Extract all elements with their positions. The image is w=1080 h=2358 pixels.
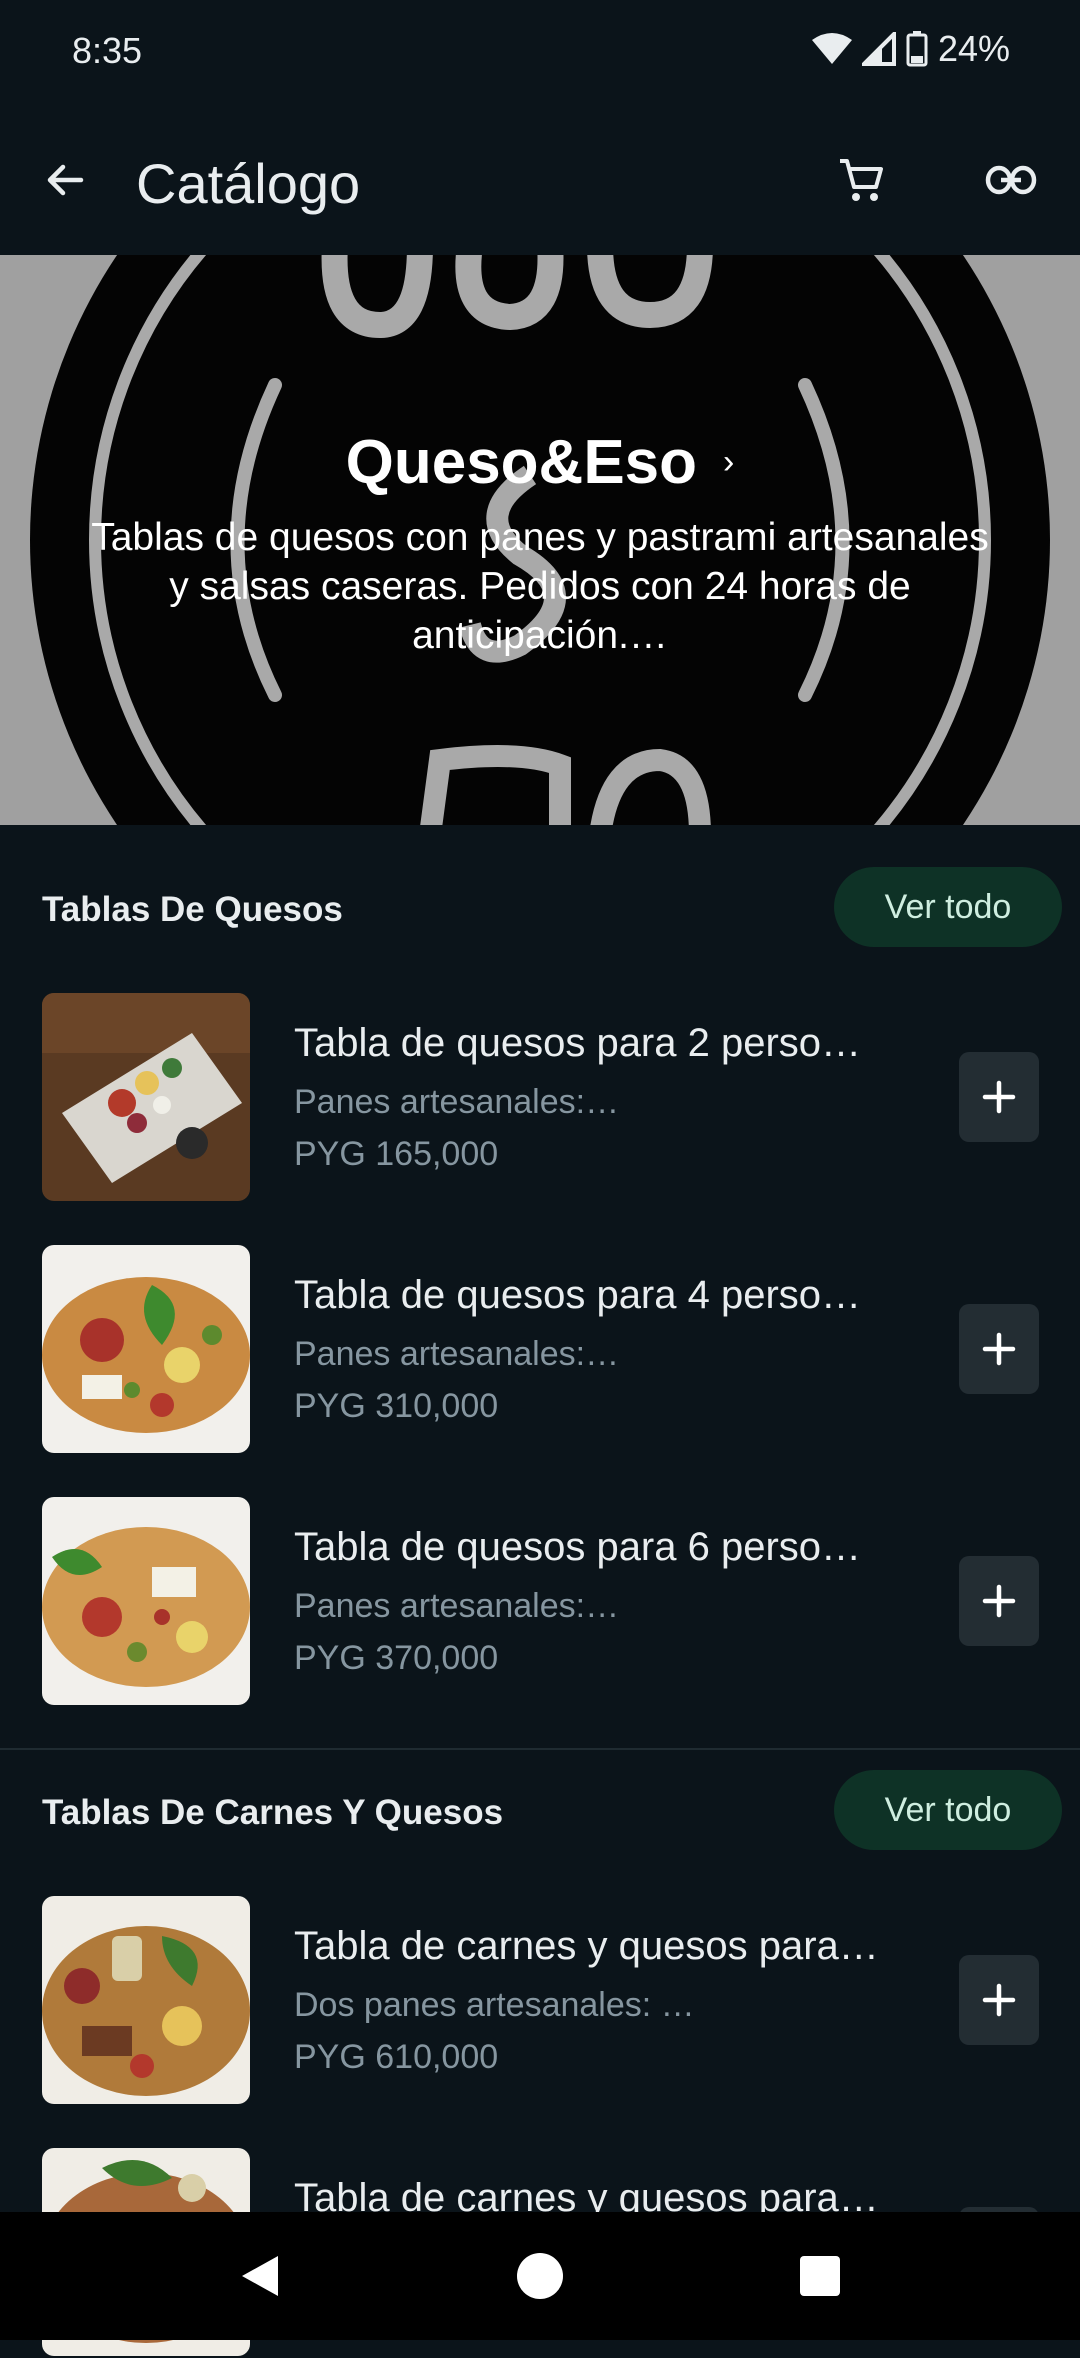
business-header[interactable]: Queso&Eso › Tablas de quesos con panes y… <box>0 255 1080 825</box>
wifi-icon <box>811 33 852 64</box>
battery-icon <box>906 31 928 67</box>
product-price: PYG 370,000 <box>294 1639 499 1677</box>
link-icon <box>985 165 1037 195</box>
triangle-back-icon <box>242 2256 278 2296</box>
product-item[interactable]: Tabla de quesos para 4 perso… Panes arte… <box>0 1245 1080 1455</box>
section-header-carnes: Tablas De Carnes Y Quesos Ver todo <box>0 1758 1080 1868</box>
chevron-right-icon: › <box>723 443 735 481</box>
app-bar: Catálogo <box>0 105 1080 255</box>
section-divider <box>0 1748 1080 1750</box>
product-description: Dos panes artesanales: … <box>294 1986 695 2024</box>
back-button[interactable] <box>30 145 100 215</box>
status-icons: 24% <box>811 28 1010 70</box>
product-image <box>42 1497 250 1705</box>
system-navigation-bar <box>0 2212 1080 2340</box>
square-recents-icon <box>800 2256 840 2296</box>
product-price: PYG 310,000 <box>294 1387 499 1425</box>
product-item[interactable]: Tabla de carnes y quesos para… Dos panes… <box>0 1896 1080 2106</box>
product-description: Panes artesanales:… <box>294 1083 620 1121</box>
section-title: Tablas De Quesos <box>42 890 343 929</box>
plus-icon <box>982 1080 1016 1114</box>
product-thumbnail <box>42 1245 250 1453</box>
nav-home-button[interactable] <box>510 2246 570 2306</box>
product-image <box>42 993 250 1201</box>
page-title: Catálogo <box>136 152 361 215</box>
cart-icon <box>840 159 883 201</box>
plus-icon <box>982 1584 1016 1618</box>
product-image <box>42 1896 250 2104</box>
cart-button[interactable] <box>826 145 896 215</box>
product-image <box>42 1245 250 1453</box>
product-thumbnail <box>42 1896 250 2104</box>
product-thumbnail <box>42 993 250 1201</box>
section-header-quesos: Tablas De Quesos Ver todo <box>0 855 1080 965</box>
nav-recents-button[interactable] <box>790 2246 850 2306</box>
signal-icon <box>861 32 896 66</box>
circle-home-icon <box>517 2253 563 2299</box>
status-bar: 8:35 24% <box>0 0 1080 105</box>
product-price: PYG 165,000 <box>294 1135 499 1173</box>
arrow-left-icon <box>47 164 84 196</box>
product-description: Panes artesanales:… <box>294 1587 620 1625</box>
business-description: Tablas de quesos con panes y pastrami ar… <box>91 516 989 657</box>
add-to-cart-button[interactable] <box>959 1955 1039 2045</box>
product-title: Tabla de carnes y quesos para… <box>294 1924 879 1968</box>
product-item[interactable]: Tabla de quesos para 6 perso… Panes arte… <box>0 1497 1080 1707</box>
product-thumbnail <box>42 1497 250 1705</box>
product-price: PYG 610,000 <box>294 2038 499 2076</box>
product-title: Tabla de quesos para 6 perso… <box>294 1525 862 1569</box>
add-to-cart-button[interactable] <box>959 1304 1039 1394</box>
add-to-cart-button[interactable] <box>959 1556 1039 1646</box>
plus-icon <box>982 1983 1016 2017</box>
product-description: Panes artesanales:… <box>294 1335 620 1373</box>
product-title: Tabla de quesos para 2 perso… <box>294 1021 862 1065</box>
business-name-row[interactable]: Queso&Eso › <box>0 427 1080 498</box>
product-title: Tabla de quesos para 4 perso… <box>294 1273 862 1317</box>
section-title: Tablas De Carnes Y Quesos <box>42 1793 504 1832</box>
see-all-button[interactable]: Ver todo <box>834 1770 1062 1850</box>
nav-back-button[interactable] <box>230 2246 290 2306</box>
business-name: Queso&Eso <box>345 428 698 497</box>
battery-percent: 24% <box>937 28 1010 69</box>
link-button[interactable] <box>976 145 1046 215</box>
see-all-button[interactable]: Ver todo <box>834 867 1062 947</box>
plus-icon <box>982 1332 1016 1366</box>
status-time: 8:35 <box>72 30 143 71</box>
product-item[interactable]: Tabla de quesos para 2 perso… Panes arte… <box>0 993 1080 1203</box>
add-to-cart-button[interactable] <box>959 1052 1039 1142</box>
